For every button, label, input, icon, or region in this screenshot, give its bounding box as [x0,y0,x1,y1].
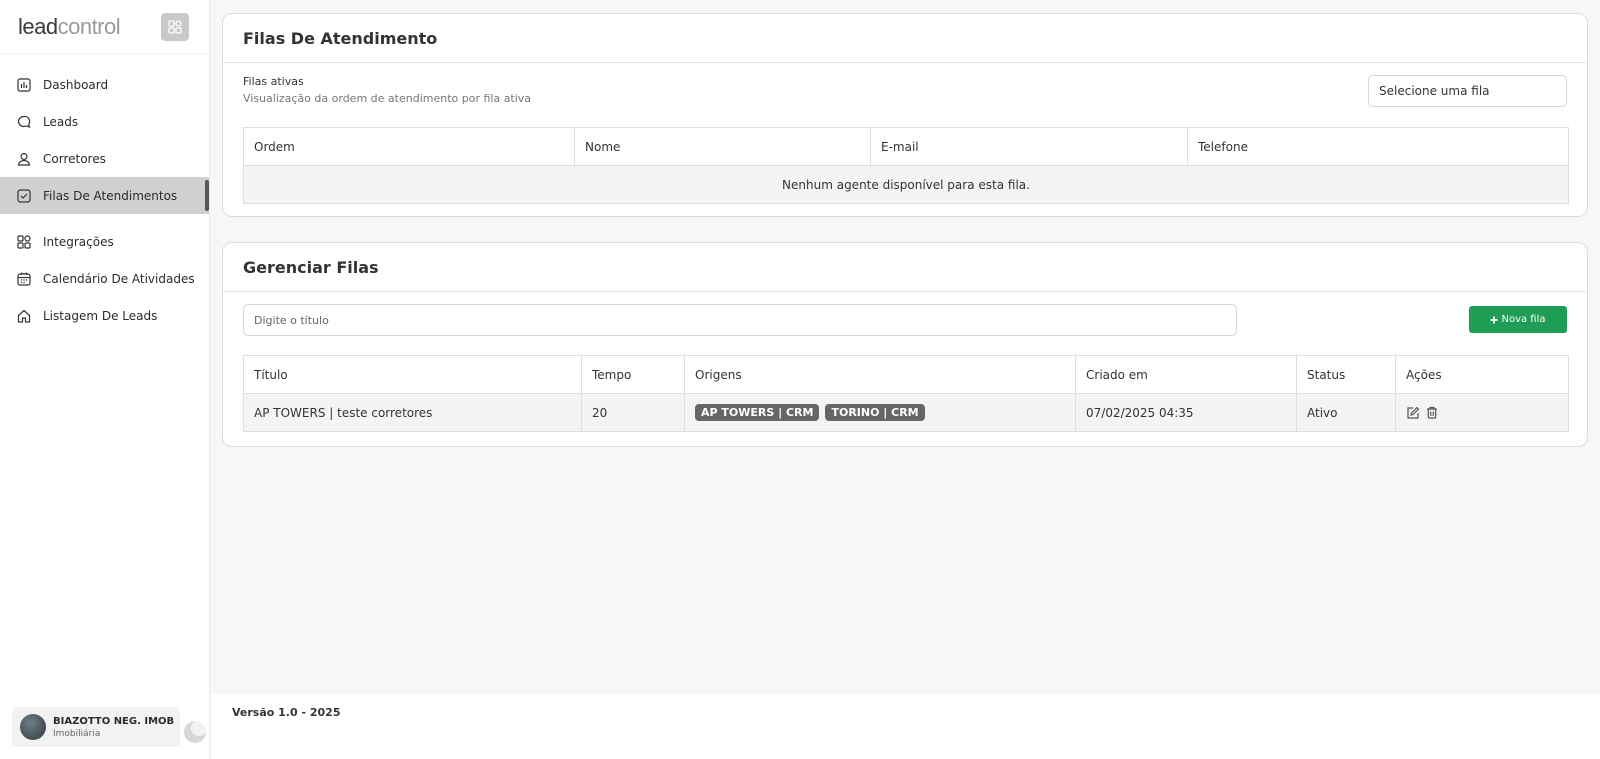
queues-subtitle-block: Filas ativas Visualização da ordem de at… [243,75,531,105]
origin-badge: AP TOWERS | CRM [695,404,820,421]
trash-icon[interactable] [1426,406,1438,419]
table-header-row: Título Tempo Origens Criado em Status Aç… [243,355,1569,394]
logo[interactable]: leadcontrol [18,13,121,40]
theme-toggle-button[interactable] [184,721,206,743]
sidebar-item-dashboard[interactable]: Dashboard [0,66,209,103]
logo-text-light: control [57,13,121,39]
table-row: Nenhum agente disponível para esta fila. [243,165,1569,204]
empty-state-message: Nenhum agente disponível para esta fila. [243,165,1569,204]
user-name: BIAZOTTO NEG. IMOB [53,715,175,727]
sidebar-item-label: Listagem De Leads [43,308,158,323]
queues-card: Filas De Atendimento Filas ativas Visual… [222,13,1588,217]
title-search-input[interactable] [243,304,1237,336]
table-header-row: Ordem Nome E-mail Telefone [243,127,1569,166]
queues-table: Título Tempo Origens Criado em Status Aç… [243,355,1569,432]
user-profile-card[interactable]: BIAZOTTO NEG. IMOB Imobiliária [12,707,180,747]
manage-queues-title: Gerenciar Filas [223,243,1587,292]
chat-bubble-icon [17,115,31,128]
user-icon [17,152,31,166]
edit-icon[interactable] [1406,406,1420,420]
sidebar-nav: Dashboard Leads Corretores Filas De Aten… [0,66,209,334]
column-header-origens[interactable]: Origens [684,355,1076,394]
cell-titulo: AP TOWERS | teste corretores [243,393,582,432]
user-role: Imobiliária [53,728,101,739]
sidebar-item-filas-de-atendimentos[interactable]: Filas De Atendimentos [0,177,209,214]
column-header-acoes: Ações [1395,355,1569,394]
column-header-email[interactable]: E-mail [870,127,1188,166]
apps-grid-icon [17,234,31,249]
sidebar-item-label: Corretores [43,151,106,166]
user-info: BIAZOTTO NEG. IMOB Imobiliária [53,716,174,739]
chart-icon [17,77,31,92]
avatar [20,714,46,740]
row-actions [1406,406,1568,420]
sidebar: leadcontrol Dashboard Leads Corretores F… [0,0,210,759]
apps-grid-icon [168,19,182,34]
home-icon [17,309,31,323]
logo-text-bold: lead [18,13,58,39]
calendar-icon [17,272,31,286]
sidebar-item-label: Dashboard [43,77,109,92]
column-header-tempo[interactable]: Tempo [581,355,685,394]
sidebar-item-leads[interactable]: Leads [0,103,209,140]
queue-select[interactable]: Selecione uma fila [1368,75,1567,107]
sidebar-item-corretores[interactable]: Corretores [0,140,209,177]
apps-menu-button[interactable] [161,12,189,41]
queues-description: Visualização da ordem de atendimento por… [243,92,532,105]
sidebar-item-calendario-de-atividades[interactable]: Calendário De Atividades [0,260,209,297]
sidebar-item-label: Leads [43,114,79,129]
column-header-ordem[interactable]: Ordem [243,127,575,166]
queue-agents-table: Ordem Nome E-mail Telefone Nenhum agente… [243,127,1569,204]
brand-bar: leadcontrol [0,0,209,54]
manage-queues-card: Gerenciar Filas Nova fila Título Tempo O… [222,242,1588,447]
sidebar-item-label: Filas De Atendimentos [43,188,178,203]
column-header-status[interactable]: Status [1296,355,1396,394]
footer-bar [211,694,1600,759]
checkbox-icon [17,188,31,203]
column-header-criado-em[interactable]: Criado em [1075,355,1297,394]
column-header-titulo[interactable]: Título [243,355,582,394]
new-queue-button-label: Nova fila [1501,314,1546,325]
cell-origens: AP TOWERS | CRM TORINO | CRM [684,393,1076,432]
sidebar-item-label: Calendário De Atividades [43,271,195,286]
origin-badge: TORINO | CRM [825,404,925,421]
queues-subtitle: Filas ativas [243,75,304,88]
table-row: AP TOWERS | teste corretores 20 AP TOWER… [243,393,1569,432]
column-header-telefone[interactable]: Telefone [1187,127,1569,166]
cell-tempo: 20 [581,393,685,432]
column-header-nome[interactable]: Nome [574,127,871,166]
sidebar-item-label: Integrações [43,234,114,249]
sidebar-item-listagem-de-leads[interactable]: Listagem De Leads [0,297,209,334]
plus-icon [1490,316,1498,323]
cell-status: Ativo [1296,393,1396,432]
footer-version: Versão 1.0 - 2025 [232,706,341,719]
cell-acoes [1395,393,1569,432]
cell-criado-em: 07/02/2025 04:35 [1075,393,1297,432]
queues-card-title: Filas De Atendimento [223,14,1587,63]
sidebar-item-integracoes[interactable]: Integrações [0,223,209,260]
new-queue-button[interactable]: Nova fila [1469,306,1567,333]
